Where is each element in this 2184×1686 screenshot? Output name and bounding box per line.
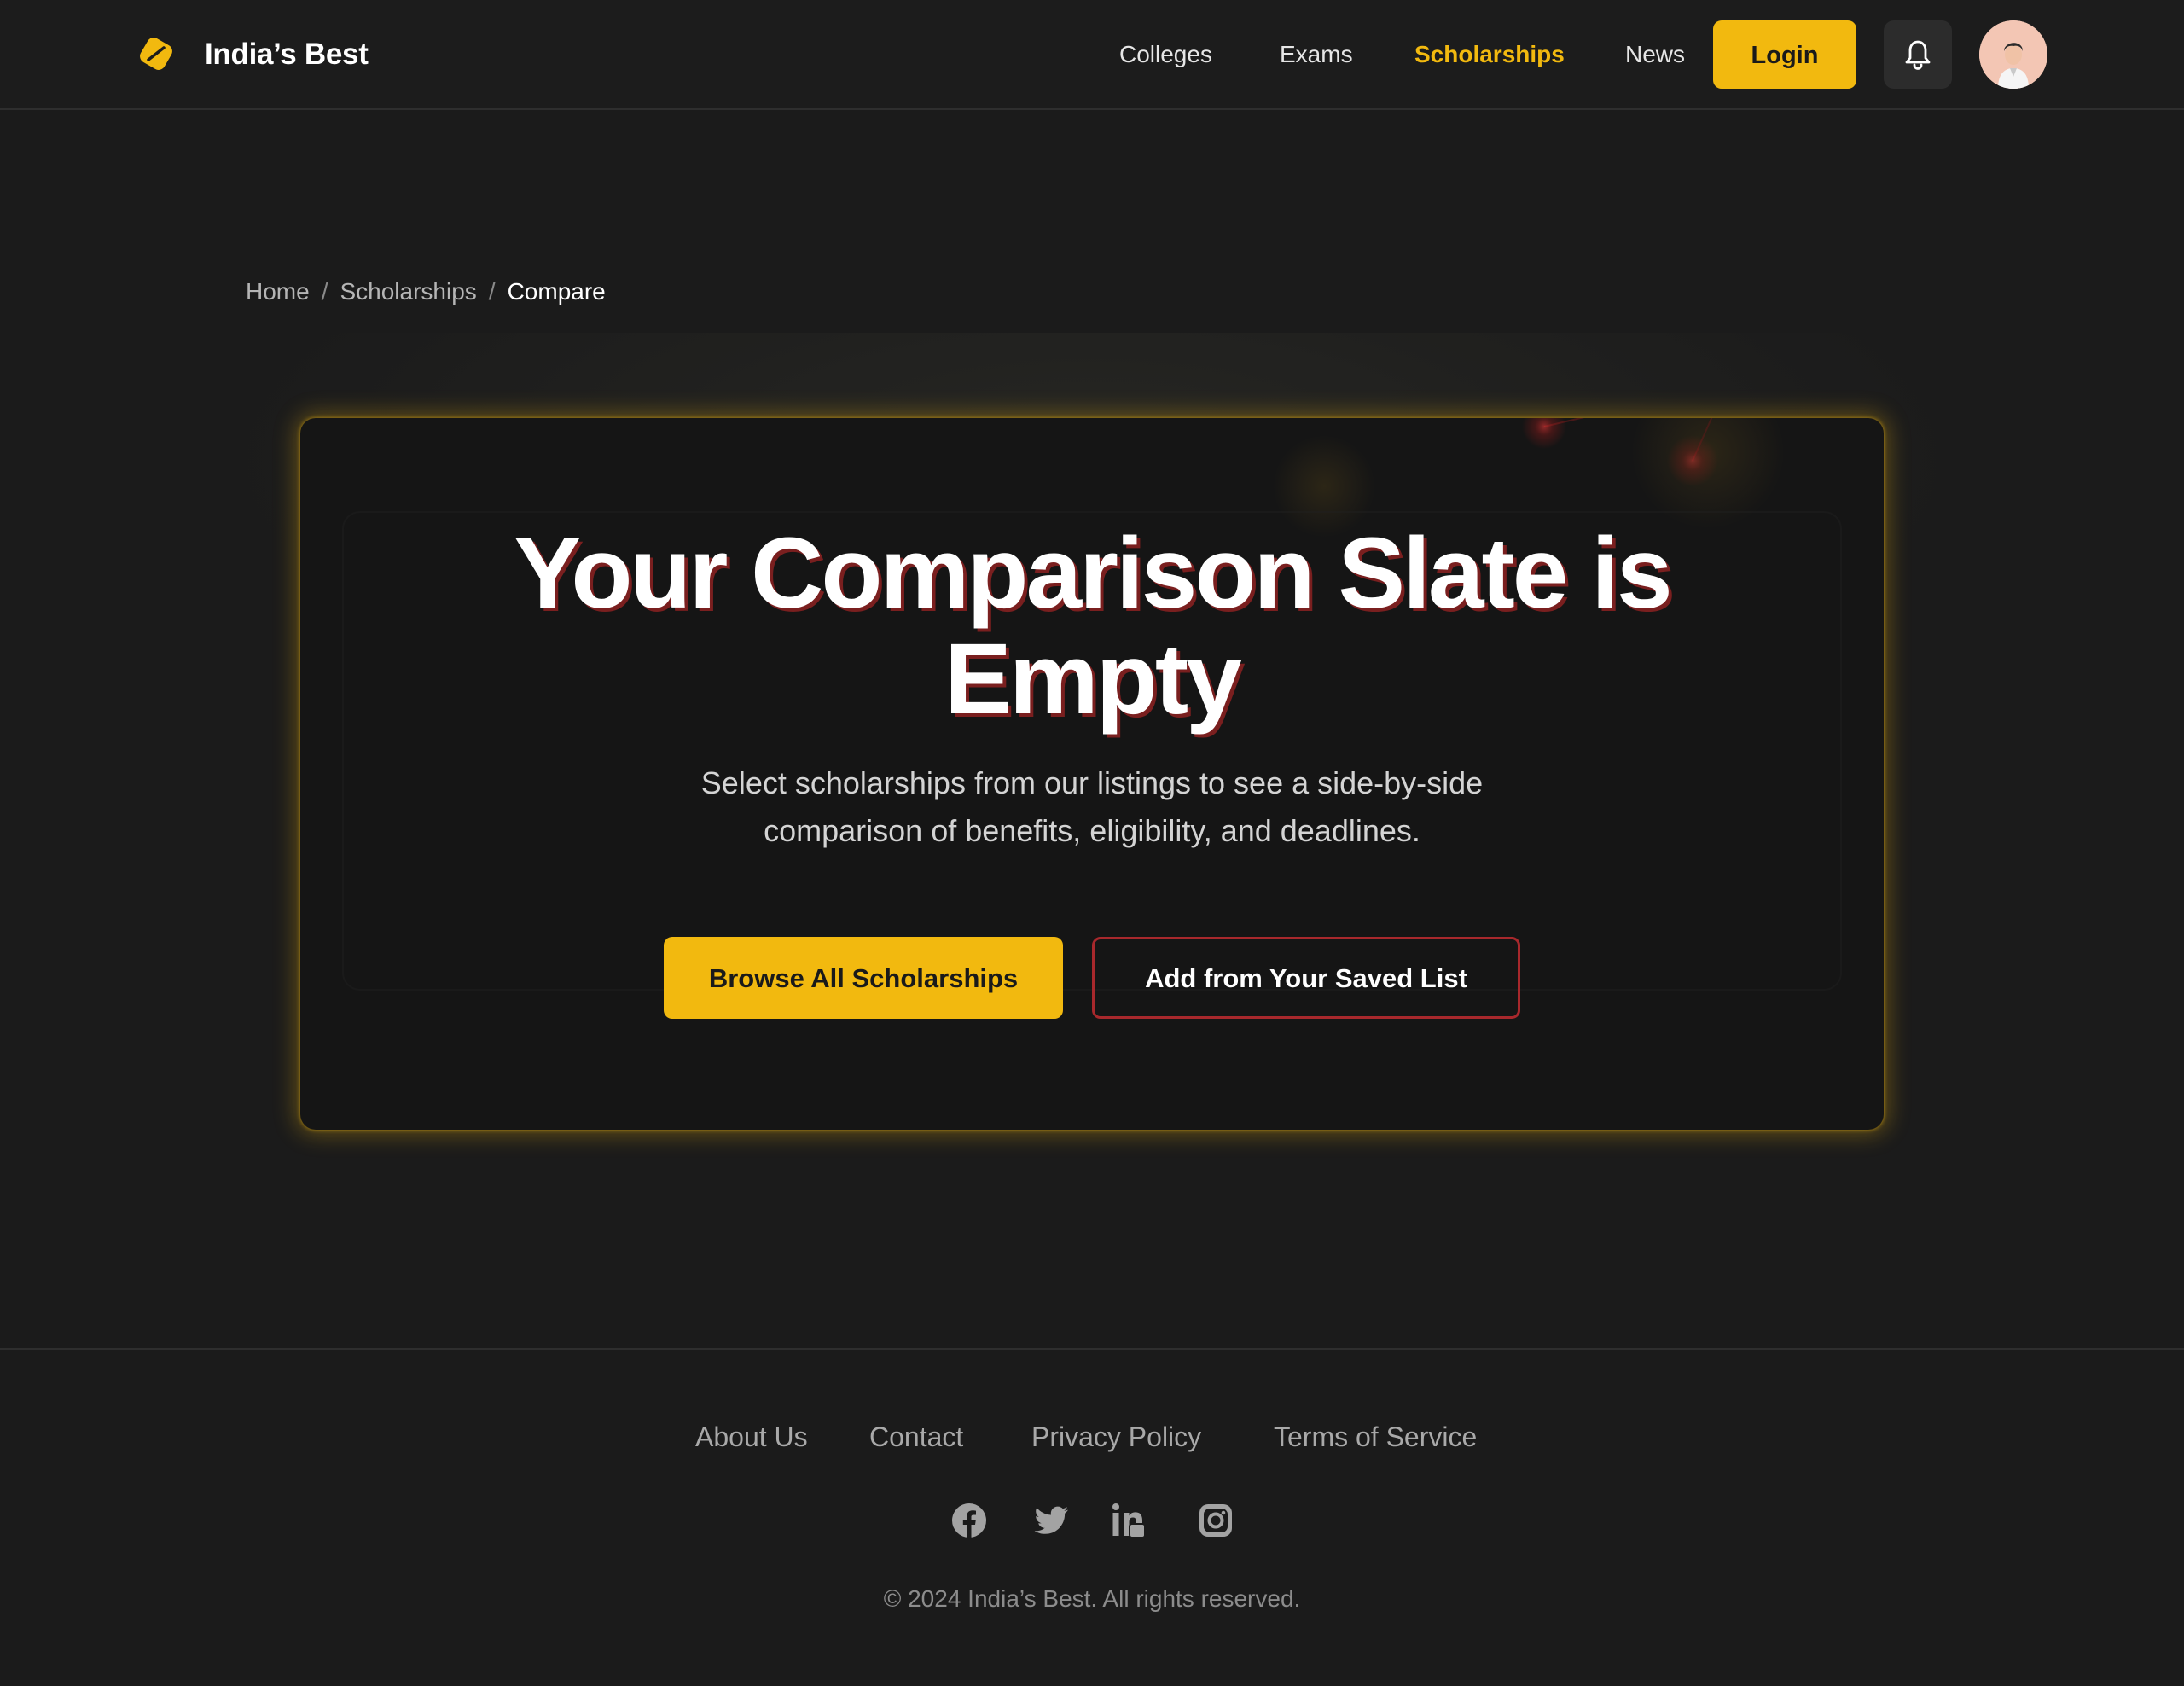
user-avatar[interactable] <box>1979 20 2048 89</box>
browse-scholarships-button[interactable]: Browse All Scholarships <box>664 937 1063 1019</box>
linkedin-icon[interactable] <box>1111 1502 1148 1539</box>
footer-link-contact[interactable]: Contact <box>869 1418 963 1456</box>
nav-colleges[interactable]: Colleges <box>1119 34 1212 75</box>
nav-scholarships[interactable]: Scholarships <box>1414 34 1565 75</box>
avatar-image <box>1979 20 2048 89</box>
breadcrumb-current: Compare <box>507 278 606 305</box>
nav-exams[interactable]: Exams <box>1280 34 1353 75</box>
instagram-icon[interactable] <box>1197 1502 1234 1539</box>
twitter-icon[interactable] <box>1032 1502 1070 1539</box>
brand-name[interactable]: India’s Best <box>205 34 369 75</box>
footer-link-privacy[interactable]: Privacy Policy <box>1031 1418 1201 1456</box>
description-line-2: comparison of benefits, eligibility, and… <box>764 813 1420 848</box>
nav-news[interactable]: News <box>1625 34 1685 75</box>
site-header: India’s Best Colleges Exams Scholarships… <box>0 0 2184 110</box>
title-line-1: Your Comparison Slate is <box>514 517 1672 630</box>
facebook-icon[interactable] <box>950 1502 988 1539</box>
breadcrumb-home[interactable]: Home <box>246 278 310 305</box>
add-from-saved-list-button[interactable]: Add from Your Saved List <box>1092 937 1520 1019</box>
bell-icon <box>1905 40 1931 70</box>
empty-state-description: Select scholarships from our listings to… <box>642 759 1542 855</box>
notifications-button[interactable] <box>1884 20 1952 89</box>
breadcrumb-separator: / <box>488 278 496 305</box>
breadcrumb: Home / Scholarships / Compare <box>246 275 606 309</box>
logo-icon[interactable] <box>136 34 176 73</box>
breadcrumb-scholarships[interactable]: Scholarships <box>340 278 476 305</box>
login-button[interactable]: Login <box>1713 20 1856 89</box>
copyright-text: © 2024 India’s Best. All rights reserved… <box>883 1585 1301 1612</box>
description-line-1: Select scholarships from our listings to… <box>700 765 1484 800</box>
footer-link-terms[interactable]: Terms of Service <box>1274 1418 1477 1456</box>
breadcrumb-separator: / <box>321 278 328 305</box>
site-footer: About Us Contact Privacy Policy Terms of… <box>0 1348 2184 1686</box>
empty-state-title: Your Comparison Slate is Empty <box>300 520 1884 732</box>
title-line-2: Empty <box>944 623 1242 735</box>
footer-link-about[interactable]: About Us <box>695 1418 808 1456</box>
empty-state-card: Your Comparison Slate is Empty Select sch… <box>300 418 1884 1130</box>
